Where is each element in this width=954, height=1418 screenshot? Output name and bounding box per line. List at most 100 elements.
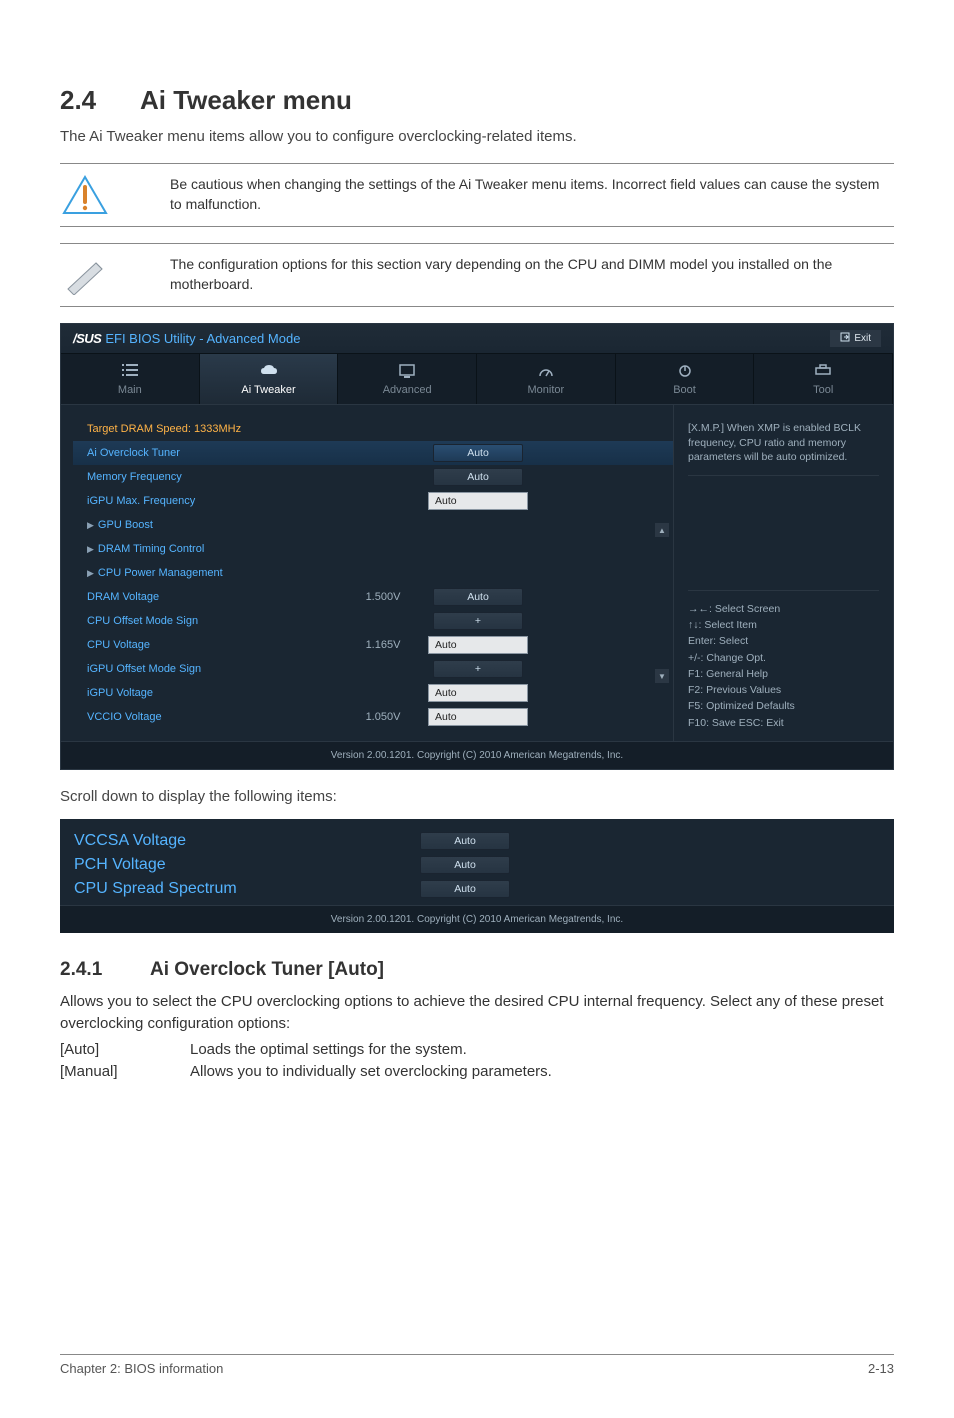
- option-manual: [Manual] Allows you to individually set …: [60, 1061, 894, 1084]
- bios-tabs: Main Ai Tweaker Advanced Monitor Boot To…: [61, 354, 893, 405]
- scrollbar[interactable]: ▲ ▼: [655, 523, 669, 683]
- setting-value[interactable]: Auto: [420, 880, 510, 898]
- setting-value[interactable]: Auto: [420, 856, 510, 874]
- setting-label: Target DRAM Speed: 1333MHz: [73, 423, 343, 435]
- power-icon: [616, 364, 754, 380]
- setting-cpu-spread-spectrum[interactable]: CPU Spread Spectrum Auto: [60, 877, 894, 901]
- help-keybindings: →←: Select Screen ↑↓: Select Item Enter:…: [688, 590, 879, 731]
- setting-current: 1.050V: [343, 711, 423, 723]
- setting-value[interactable]: Auto: [428, 492, 528, 510]
- setting-label: CPU Power Management: [98, 567, 223, 579]
- bios-settings-panel: Target DRAM Speed: 1333MHz Ai Overclock …: [61, 405, 673, 741]
- setting-value[interactable]: Auto: [433, 468, 523, 486]
- setting-value[interactable]: Auto: [428, 684, 528, 702]
- caution-icon: [60, 174, 110, 216]
- setting-label: iGPU Max. Frequency: [73, 495, 343, 507]
- setting-value[interactable]: Auto: [420, 832, 510, 850]
- setting-value[interactable]: Auto: [428, 708, 528, 726]
- setting-vccio-voltage[interactable]: VCCIO Voltage 1.050V Auto: [73, 705, 673, 729]
- chevron-right-icon: ▶: [87, 544, 94, 554]
- setting-label: DRAM Timing Control: [98, 543, 204, 555]
- setting-label: iGPU Offset Mode Sign: [73, 663, 343, 675]
- setting-value[interactable]: Auto: [433, 588, 523, 606]
- tool-icon: [754, 364, 892, 380]
- tab-main[interactable]: Main: [61, 354, 200, 404]
- tab-label: Tool: [813, 384, 833, 396]
- setting-dram-timing[interactable]: ▶ DRAM Timing Control: [73, 537, 673, 561]
- option-auto: [Auto] Loads the optimal settings for th…: [60, 1039, 894, 1062]
- exit-label: Exit: [854, 333, 871, 344]
- setting-memory-frequency[interactable]: Memory Frequency Auto: [73, 465, 673, 489]
- setting-label: Ai Overclock Tuner: [73, 447, 343, 459]
- tab-label: Boot: [673, 384, 696, 396]
- screen-icon: [338, 364, 476, 380]
- list-icon: [61, 364, 199, 380]
- setting-label: VCCSA Voltage: [60, 832, 330, 850]
- tab-boot[interactable]: Boot: [616, 354, 755, 404]
- setting-dram-voltage[interactable]: DRAM Voltage 1.500V Auto: [73, 585, 673, 609]
- setting-cpu-power-mgmt[interactable]: ▶CPU Power Management: [73, 561, 673, 585]
- option-key: [Manual]: [60, 1061, 190, 1084]
- intro-text: The Ai Tweaker menu items allow you to c…: [60, 128, 894, 145]
- asus-logo: /SUS: [73, 331, 101, 346]
- setting-pch-voltage[interactable]: PCH Voltage Auto: [60, 853, 894, 877]
- scroll-down-icon[interactable]: ▼: [655, 669, 669, 683]
- info-note: The configuration options for this secti…: [60, 243, 894, 307]
- pencil-icon: [60, 254, 110, 296]
- cloud-icon: [200, 364, 338, 380]
- setting-igpu-voltage[interactable]: iGPU Voltage Auto: [73, 681, 673, 705]
- setting-current: 1.500V: [343, 591, 423, 603]
- section-title: Ai Tweaker menu: [140, 85, 352, 115]
- info-text: The configuration options for this secti…: [150, 255, 894, 294]
- setting-cpu-voltage[interactable]: CPU Voltage 1.165V Auto: [73, 633, 673, 657]
- setting-label: CPU Voltage: [73, 639, 343, 651]
- exit-button[interactable]: Exit: [830, 330, 881, 347]
- setting-label: Memory Frequency: [73, 471, 343, 483]
- option-desc: Loads the optimal settings for the syste…: [190, 1039, 467, 1062]
- subsection-title: Ai Overclock Tuner [Auto]: [150, 959, 384, 980]
- bios-titlebar: /SUS EFI BIOS Utility - Advanced Mode Ex…: [61, 324, 893, 354]
- setting-value[interactable]: Auto: [433, 444, 523, 462]
- scroll-up-icon[interactable]: ▲: [655, 523, 669, 537]
- tab-label: Advanced: [383, 384, 432, 396]
- section-heading: 2.4Ai Tweaker menu: [60, 85, 894, 116]
- subsection-body: Allows you to select the CPU overclockin…: [60, 991, 894, 1035]
- footer-page-number: 2-13: [868, 1361, 894, 1376]
- tab-ai-tweaker[interactable]: Ai Tweaker: [200, 354, 339, 404]
- tab-advanced[interactable]: Advanced: [338, 354, 477, 404]
- setting-gpu-boost[interactable]: ▶GPU Boost: [73, 513, 673, 537]
- section-number: 2.4: [60, 85, 140, 116]
- tab-tool[interactable]: Tool: [754, 354, 893, 404]
- setting-cpu-offset-sign[interactable]: CPU Offset Mode Sign +: [73, 609, 673, 633]
- setting-value[interactable]: +: [433, 660, 523, 678]
- setting-value[interactable]: Auto: [428, 636, 528, 654]
- setting-vccsa-voltage[interactable]: VCCSA Voltage Auto: [60, 829, 894, 853]
- bios-screenshot: /SUS EFI BIOS Utility - Advanced Mode Ex…: [60, 323, 894, 770]
- option-key: [Auto]: [60, 1039, 190, 1062]
- setting-igpu-max-freq[interactable]: iGPU Max. Frequency Auto: [73, 489, 673, 513]
- tab-monitor[interactable]: Monitor: [477, 354, 616, 404]
- setting-target-dram: Target DRAM Speed: 1333MHz: [73, 417, 673, 441]
- setting-label: CPU Offset Mode Sign: [73, 615, 343, 627]
- subsection-number: 2.4.1: [60, 959, 150, 981]
- bios-footer: Version 2.00.1201. Copyright (C) 2010 Am…: [61, 741, 893, 769]
- setting-label: CPU Spread Spectrum: [60, 880, 330, 898]
- page-footer: Chapter 2: BIOS information 2-13: [60, 1354, 894, 1376]
- footer-chapter: Chapter 2: BIOS information: [60, 1361, 223, 1376]
- setting-label: PCH Voltage: [60, 856, 330, 874]
- setting-ai-overclock-tuner[interactable]: Ai Overclock Tuner Auto: [73, 441, 673, 465]
- setting-label: GPU Boost: [98, 519, 153, 531]
- bios-help-panel: [X.M.P.] When XMP is enabled BCLK freque…: [673, 405, 893, 741]
- setting-igpu-offset-sign[interactable]: iGPU Offset Mode Sign +: [73, 657, 673, 681]
- tab-label: Monitor: [528, 384, 565, 396]
- option-desc: Allows you to individually set overclock…: [190, 1061, 552, 1084]
- scroll-hint: Scroll down to display the following ite…: [60, 788, 894, 805]
- setting-label: VCCIO Voltage: [73, 711, 343, 723]
- caution-note: Be cautious when changing the settings o…: [60, 163, 894, 227]
- setting-value[interactable]: +: [433, 612, 523, 630]
- setting-current: 1.165V: [343, 639, 423, 651]
- setting-label: iGPU Voltage: [73, 687, 343, 699]
- bios-screenshot-continued: VCCSA Voltage Auto PCH Voltage Auto CPU …: [60, 819, 894, 933]
- bios-title: EFI BIOS Utility - Advanced Mode: [105, 331, 300, 346]
- bios-footer: Version 2.00.1201. Copyright (C) 2010 Am…: [60, 905, 894, 933]
